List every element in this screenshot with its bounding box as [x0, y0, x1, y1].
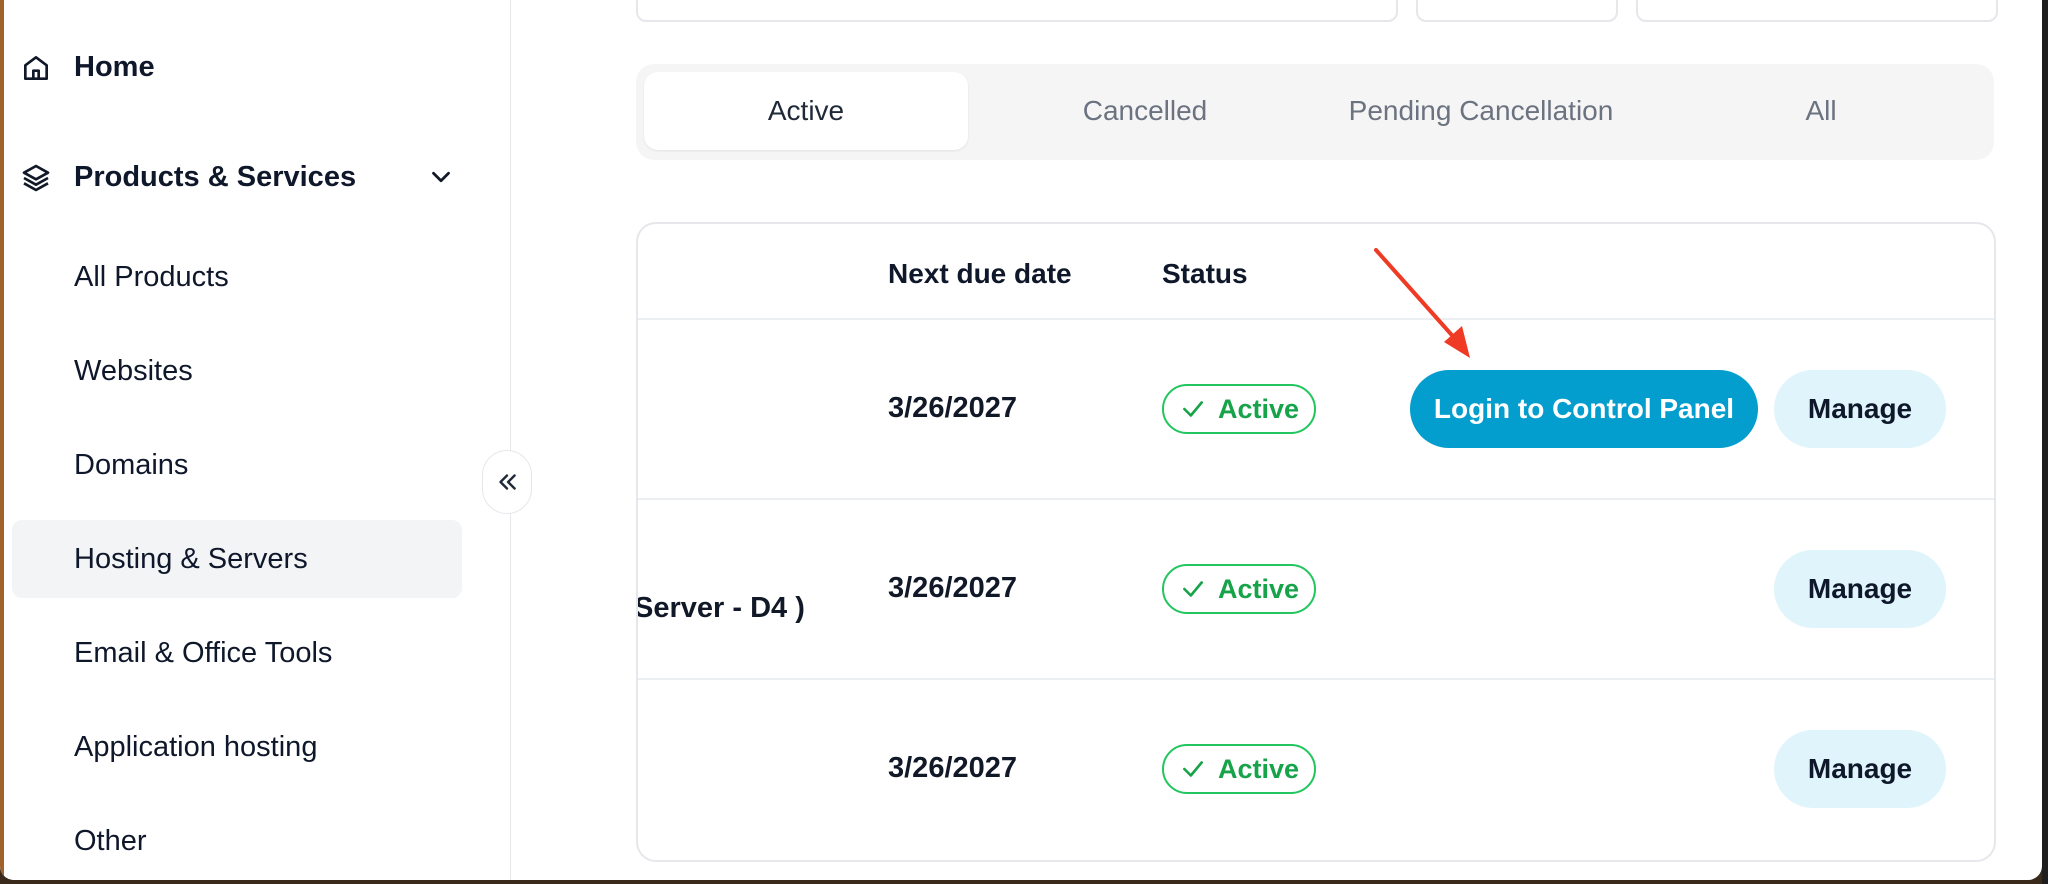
sidebar-item-label: Other — [74, 824, 147, 857]
check-icon — [1183, 401, 1203, 417]
services-table: Next due date Status 3/26/2027 Active Lo… — [636, 222, 1996, 862]
login-to-control-panel-button[interactable]: Login to Control Panel — [1410, 370, 1758, 448]
sidebar-item-products-services[interactable]: Products & Services — [12, 138, 462, 216]
sidebar-item-home[interactable]: Home — [12, 28, 462, 106]
column-header-next-due-date: Next due date — [888, 258, 1072, 289]
status-badge: Active — [1162, 384, 1316, 434]
sidebar-item-all-products[interactable]: All Products — [12, 238, 462, 316]
column-header-status: Status — [1162, 258, 1248, 289]
sidebar-item-email-office-tools[interactable]: Email & Office Tools — [12, 614, 462, 692]
product-name: Server - D4 ) — [636, 592, 805, 624]
sidebar-item-label: Email & Office Tools — [74, 636, 333, 669]
sidebar-item-label: Domains — [74, 448, 189, 481]
app-window: Home Products & Services All Products We… — [0, 0, 2042, 880]
sidebar-item-label: Products & Services — [74, 160, 357, 193]
check-icon — [1183, 581, 1203, 597]
sidebar-item-websites[interactable]: Websites — [12, 332, 462, 410]
divider — [638, 318, 1994, 320]
next-due-date: 3/26/2027 — [888, 392, 1018, 424]
sidebar-item-hosting-servers[interactable]: Hosting & Servers — [12, 520, 462, 598]
layers-icon — [22, 164, 50, 192]
desktop-edge — [2042, 0, 2048, 884]
status-tabs: Active Cancelled Pending Cancellation Al… — [636, 64, 1994, 160]
manage-button[interactable]: Manage — [1774, 730, 1946, 808]
check-icon — [1183, 761, 1203, 777]
tab-pending-cancellation[interactable]: Pending Cancellation — [1316, 72, 1646, 150]
filter-card — [1416, 0, 1618, 22]
sidebar-item-domains[interactable]: Domains — [12, 426, 462, 504]
tab-active[interactable]: Active — [644, 72, 968, 150]
sidebar-item-label: Home — [74, 50, 155, 83]
sidebar-item-application-hosting[interactable]: Application hosting — [12, 708, 462, 786]
divider — [638, 678, 1994, 680]
sidebar-item-other[interactable]: Other — [12, 802, 462, 880]
collapse-sidebar-button[interactable] — [482, 450, 532, 514]
status-text: Active — [1218, 753, 1300, 784]
tab-all[interactable]: All — [1656, 72, 1986, 150]
divider — [638, 498, 1994, 500]
status-text: Active — [1218, 393, 1300, 424]
home-icon — [24, 56, 48, 80]
annotation-arrow-icon — [1374, 248, 1470, 358]
double-chevron-left-icon — [499, 474, 516, 490]
tab-cancelled[interactable]: Cancelled — [980, 72, 1310, 150]
sidebar-item-label: All Products — [74, 260, 229, 293]
status-badge: Active — [1162, 744, 1316, 794]
filter-card — [1636, 0, 1998, 22]
status-badge: Active — [1162, 564, 1316, 614]
status-text: Active — [1218, 573, 1300, 604]
sidebar-item-label: Websites — [74, 354, 193, 387]
manage-button[interactable]: Manage — [1774, 370, 1946, 448]
sidebar-item-label: Application hosting — [74, 730, 318, 763]
chevron-down-icon[interactable] — [426, 162, 456, 192]
window-edge — [0, 0, 4, 880]
sidebar: Home Products & Services All Products We… — [0, 0, 511, 880]
next-due-date: 3/26/2027 — [888, 572, 1018, 604]
manage-button[interactable]: Manage — [1774, 550, 1946, 628]
filter-card — [636, 0, 1398, 22]
next-due-date: 3/26/2027 — [888, 752, 1018, 784]
sidebar-item-label: Hosting & Servers — [74, 542, 308, 575]
